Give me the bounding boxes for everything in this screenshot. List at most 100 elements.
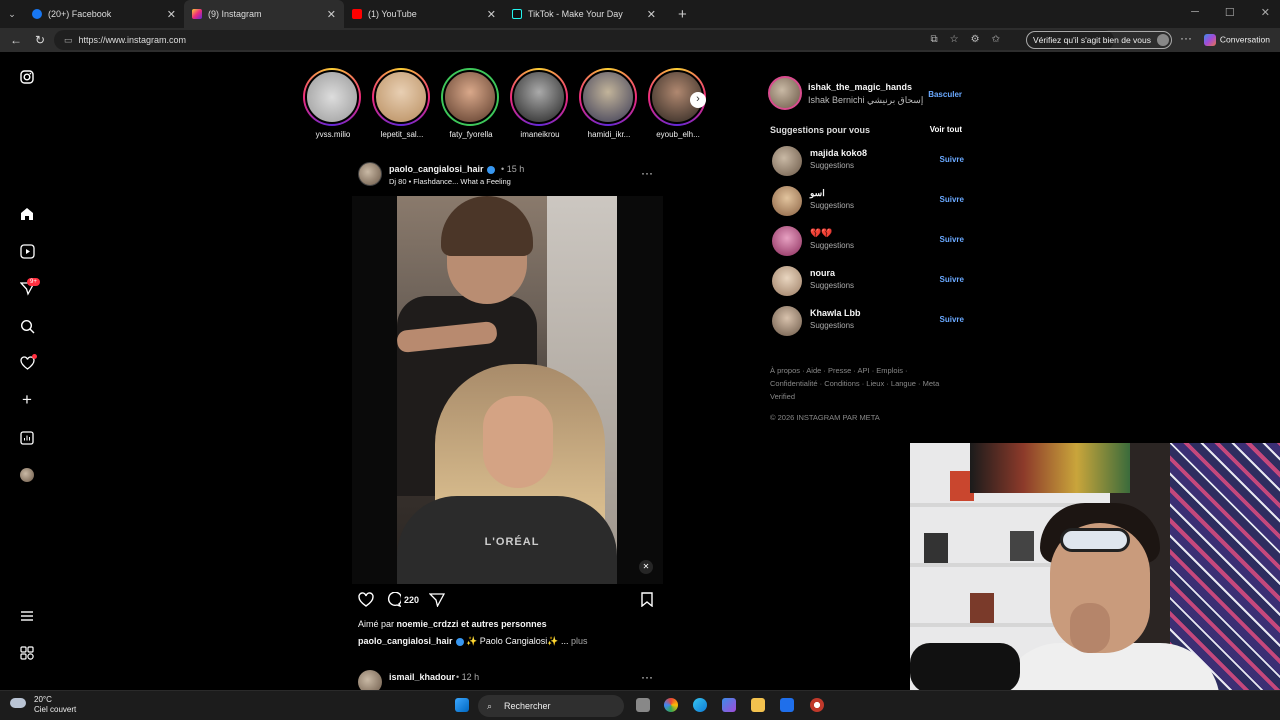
suggestion-username[interactable]: majida koko8 xyxy=(810,148,867,158)
open-app-icon[interactable]: ⧉ xyxy=(931,34,938,45)
story-item[interactable]: faty_fyorella xyxy=(441,68,501,139)
windows-start-icon[interactable] xyxy=(455,698,469,712)
post-author-username[interactable]: paolo_cangialosi_hair xyxy=(389,164,484,174)
file-explorer-icon[interactable] xyxy=(751,698,765,712)
favorite-star-icon[interactable]: ☆ xyxy=(950,34,959,45)
caption-username[interactable]: paolo_cangialosi_hair xyxy=(358,636,453,646)
favorites-icon[interactable]: ✩ xyxy=(992,34,1000,45)
verify-identity-button[interactable]: Vérifiez qu'il s'agit bien de vous xyxy=(1025,31,1172,49)
tab-youtube[interactable]: (1) YouTube ✕ xyxy=(344,0,504,28)
current-user-avatar[interactable] xyxy=(768,76,802,110)
next-post-username[interactable]: ismail_khadour xyxy=(389,672,455,682)
switch-account-link[interactable]: Basculer xyxy=(928,90,962,99)
share-icon[interactable] xyxy=(428,592,446,609)
follow-button[interactable]: Suivre xyxy=(940,195,964,204)
suggestion-avatar[interactable] xyxy=(772,186,802,216)
comment-icon[interactable] xyxy=(385,591,403,609)
post-options-icon[interactable]: ··· xyxy=(641,166,653,180)
post-time[interactable]: 15 h xyxy=(507,164,525,174)
video-frame: L'ORÉAL xyxy=(397,196,617,584)
home-icon[interactable] xyxy=(17,204,37,224)
suggestion-subtitle: Suggestions xyxy=(810,161,855,170)
mute-icon[interactable]: ✕ xyxy=(639,560,653,574)
footer-links[interactable]: À propos · Aide · Presse · API · Emplois… xyxy=(770,364,940,403)
liked-suffix[interactable]: et autres personnes xyxy=(459,619,547,629)
suggestion-avatar[interactable] xyxy=(772,146,802,176)
also-from-meta-icon[interactable] xyxy=(17,643,37,663)
address-bar-icons: ⧉ ☆ ⚙ ✩ xyxy=(931,34,1000,45)
suggestion-subtitle: Suggestions xyxy=(810,321,855,330)
story-item[interactable]: imaneikrou xyxy=(510,68,570,139)
cape-logo-text: L'ORÉAL xyxy=(484,536,540,548)
liked-user[interactable]: noemie_crdzzi xyxy=(397,619,459,629)
post-actions: 220 xyxy=(358,591,658,612)
edge-icon[interactable] xyxy=(693,698,707,712)
task-view-icon[interactable] xyxy=(636,698,650,712)
stories-next-chevron-icon[interactable]: › xyxy=(690,92,706,108)
suggestion-username[interactable]: اسو xyxy=(810,188,825,199)
store-icon[interactable] xyxy=(780,698,794,712)
profile-avatar-icon[interactable] xyxy=(17,465,37,485)
save-bookmark-icon[interactable] xyxy=(641,592,653,609)
copyright: © 2026 INSTAGRAM PAR META xyxy=(770,413,880,422)
story-item[interactable]: hamidi_ikr... xyxy=(579,68,639,139)
create-plus-icon[interactable]: + xyxy=(17,390,37,410)
maximize-icon[interactable]: ☐ xyxy=(1225,6,1235,19)
see-all-link[interactable]: Voir tout xyxy=(930,125,962,134)
follow-button[interactable]: Suivre xyxy=(940,155,964,164)
chrome-icon[interactable] xyxy=(664,698,678,712)
like-heart-icon[interactable] xyxy=(358,592,374,609)
back-icon[interactable]: ← xyxy=(8,33,24,47)
tab-facebook[interactable]: (20+) Facebook ✕ xyxy=(24,0,184,28)
follow-button[interactable]: Suivre xyxy=(940,275,964,284)
comment-count: 220 xyxy=(404,595,420,605)
copilot-conversation-button[interactable]: Conversation xyxy=(1203,34,1270,46)
close-tab-icon[interactable]: ✕ xyxy=(327,8,336,21)
close-tab-icon[interactable]: ✕ xyxy=(487,8,496,21)
instagram-logo-icon[interactable] xyxy=(17,67,37,87)
story-name: yvss.milio xyxy=(315,130,351,139)
suggestion-username[interactable]: 💔💔 xyxy=(810,228,832,239)
refresh-icon[interactable]: ↻ xyxy=(32,33,48,47)
current-username[interactable]: ishak_the_magic_hands xyxy=(808,82,912,92)
close-tab-icon[interactable]: ✕ xyxy=(167,8,176,21)
suggestion-username[interactable]: noura xyxy=(810,268,835,278)
dashboard-icon[interactable] xyxy=(17,428,37,448)
post-audio[interactable]: Dj 80 • Flashdance... What a Feeling xyxy=(389,177,511,186)
app-icon[interactable] xyxy=(810,698,824,712)
more-menu-icon[interactable]: ··· xyxy=(1180,31,1192,45)
story-item[interactable]: lepetit_sal... xyxy=(372,68,432,139)
follow-button[interactable]: Suivre xyxy=(940,235,964,244)
post-header: paolo_cangialosi_hair • 15 h Dj 80 • Fla… xyxy=(358,162,658,188)
story-avatar xyxy=(581,70,635,124)
suggestion-avatar[interactable] xyxy=(772,266,802,296)
caption-more-link[interactable]: plus xyxy=(571,636,588,646)
youtube-icon xyxy=(352,9,362,19)
notification-dot xyxy=(32,354,37,359)
post-video[interactable]: L'ORÉAL ✕ xyxy=(352,196,663,584)
close-tab-icon[interactable]: ✕ xyxy=(647,8,656,21)
tab-label: TikTok - Make Your Day xyxy=(528,9,623,19)
taskbar-search[interactable]: ⌕ Rechercher xyxy=(478,695,624,717)
copilot-icon[interactable] xyxy=(722,698,736,712)
new-tab-button[interactable]: + xyxy=(678,6,687,23)
follow-button[interactable]: Suivre xyxy=(940,315,964,324)
more-menu-hamburger-icon[interactable] xyxy=(17,606,37,626)
reels-icon[interactable] xyxy=(17,241,37,261)
close-window-icon[interactable]: ✕ xyxy=(1261,6,1270,19)
search-icon[interactable] xyxy=(17,316,37,336)
suggestion-avatar[interactable] xyxy=(772,226,802,256)
suggestion-avatar[interactable] xyxy=(772,306,802,336)
lock-icon[interactable]: ▭ xyxy=(64,35,73,46)
story-item[interactable]: yvss.milio xyxy=(303,68,363,139)
extensions-icon[interactable]: ⚙ xyxy=(971,34,980,45)
minimize-icon[interactable]: ─ xyxy=(1191,6,1199,19)
post-options-icon[interactable]: ··· xyxy=(641,670,653,684)
post-author-avatar[interactable] xyxy=(358,162,382,186)
tab-instagram[interactable]: (9) Instagram ✕ xyxy=(184,0,344,28)
story-avatar xyxy=(374,70,428,124)
suggestion-username[interactable]: Khawla Lbb xyxy=(810,308,861,318)
tab-list-chevron-icon[interactable]: ⌄ xyxy=(0,9,24,20)
tab-tiktok[interactable]: TikTok - Make Your Day ✕ xyxy=(504,0,664,28)
liked-prefix: Aimé par xyxy=(358,619,397,629)
